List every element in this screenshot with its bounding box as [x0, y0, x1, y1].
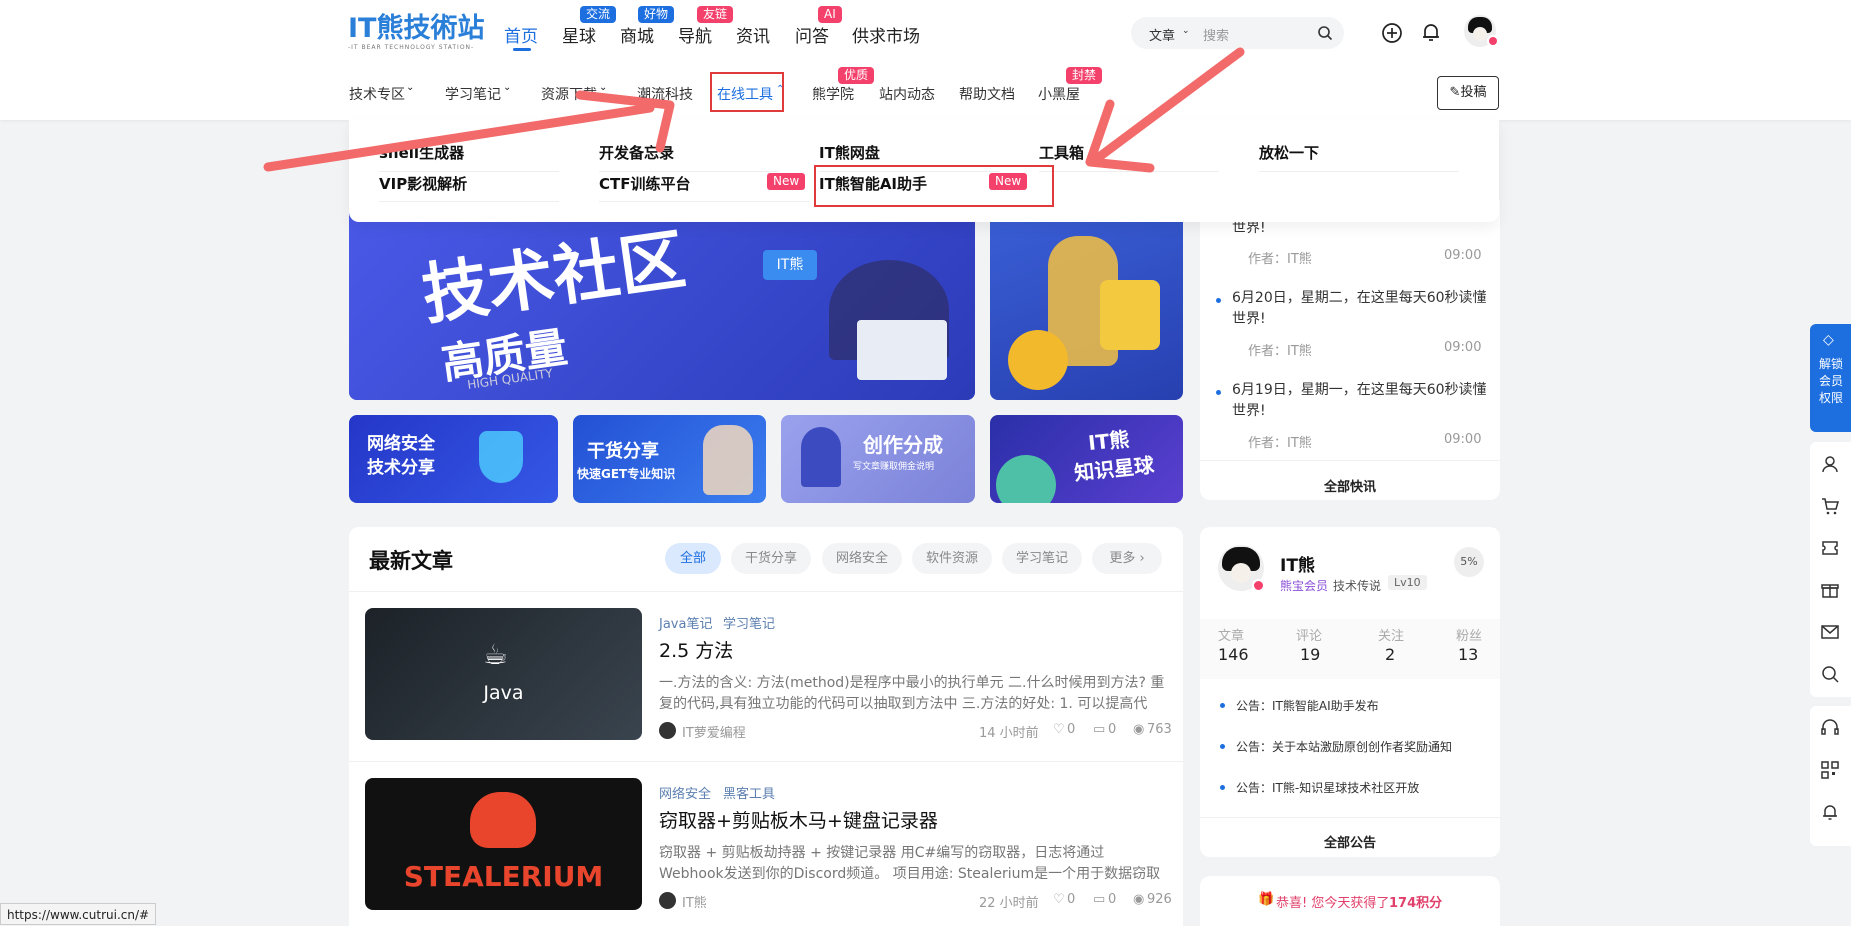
floating-toolbar-bottom	[1810, 706, 1851, 846]
bell-icon[interactable]	[1820, 802, 1840, 822]
user-icon[interactable]	[1820, 454, 1840, 474]
diamond-icon: ◇	[1823, 332, 1834, 348]
unlock-vip-button[interactable]: ◇ 解锁会员权限	[1810, 324, 1851, 432]
vip-label: 解锁会员权限	[1818, 357, 1843, 405]
ticket-icon[interactable]	[1820, 538, 1840, 558]
annotation-arrows	[263, 47, 1245, 173]
arrow-left-head	[575, 90, 675, 153]
cart-icon[interactable]	[1820, 496, 1840, 516]
gift-box-icon[interactable]	[1820, 580, 1840, 600]
status-url: https://www.cutrui.cn/#	[0, 903, 157, 925]
search-icon[interactable]	[1820, 664, 1840, 684]
headset-icon[interactable]	[1820, 718, 1840, 738]
arrow-right-shaft	[1090, 47, 1245, 165]
qrcode-icon[interactable]	[1820, 760, 1840, 780]
arrow-left-shaft	[263, 103, 655, 172]
mail-icon[interactable]	[1820, 622, 1840, 642]
floating-toolbar	[1810, 442, 1851, 697]
